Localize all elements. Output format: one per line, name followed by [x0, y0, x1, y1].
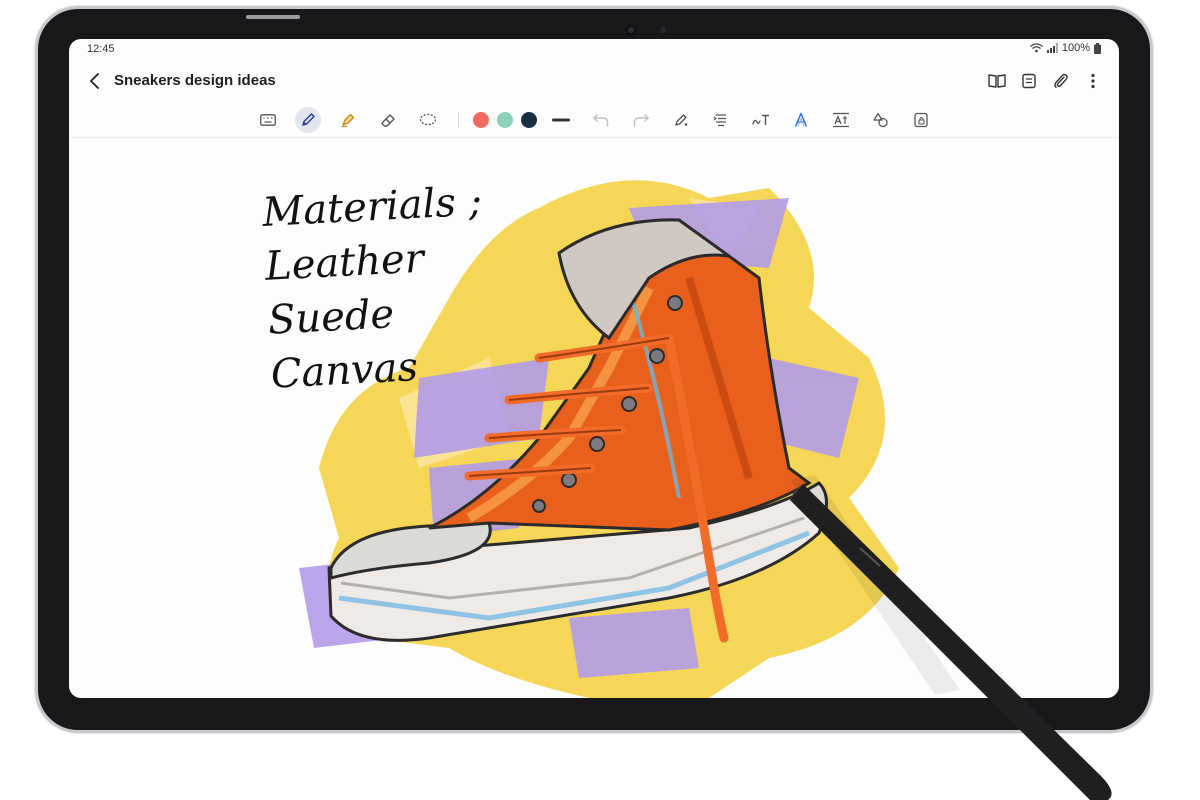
- color-swatch-navy[interactable]: [520, 112, 537, 128]
- screen: 12:45 100% Sneakers design ideas Materia…: [69, 39, 1119, 698]
- handwriting-to-text-icon[interactable]: [748, 107, 774, 133]
- wifi-icon: [1029, 43, 1043, 53]
- status-bar: 12:45 100%: [69, 39, 1119, 59]
- eraser-icon[interactable]: [375, 107, 401, 133]
- keyboard-icon[interactable]: [255, 107, 281, 133]
- highlighter-icon[interactable]: [335, 107, 361, 133]
- battery-level: 100%: [1061, 42, 1090, 54]
- text-style-icon[interactable]: [788, 107, 814, 133]
- page-layout-icon[interactable]: [1017, 69, 1041, 93]
- lasso-icon[interactable]: [415, 107, 441, 133]
- pen-icon[interactable]: [294, 107, 321, 133]
- color-swatch-red[interactable]: [472, 112, 489, 128]
- pen-settings-icon[interactable]: [668, 107, 694, 133]
- color-swatch-mint[interactable]: [496, 112, 513, 128]
- app-bar: Sneakers design ideas: [69, 61, 1119, 101]
- lock-icon[interactable]: [908, 107, 934, 133]
- toolbar-divider: [457, 112, 459, 128]
- text-format-icon[interactable]: [708, 107, 734, 133]
- handwriting-line: Materials ;: [261, 178, 484, 236]
- volume-button: [246, 15, 300, 19]
- redo-icon[interactable]: [628, 107, 654, 133]
- light-sensor: [660, 27, 666, 33]
- note-canvas[interactable]: Materials ; Leather Suede Canvas: [69, 138, 1119, 698]
- front-camera: [625, 24, 637, 36]
- undo-icon[interactable]: [588, 107, 614, 133]
- handwritten-note: Materials ; Leather Suede Canvas: [261, 174, 492, 401]
- sneaker-illustration: [299, 180, 899, 698]
- battery-icon: [1094, 42, 1101, 54]
- back-arrow-icon[interactable]: [83, 69, 107, 93]
- shapes-icon[interactable]: [868, 107, 894, 133]
- more-icon[interactable]: [1081, 69, 1105, 93]
- text-box-icon[interactable]: [828, 107, 854, 133]
- stroke-width-icon[interactable]: [548, 107, 574, 133]
- status-time: 12:45: [87, 43, 115, 55]
- pen-toolbar: [69, 103, 1119, 138]
- attach-icon[interactable]: [1049, 69, 1073, 93]
- handwriting-line: Canvas: [269, 344, 420, 398]
- book-icon[interactable]: [985, 69, 1009, 93]
- signal-icon: [1046, 43, 1058, 53]
- note-title: Sneakers design ideas: [114, 72, 276, 89]
